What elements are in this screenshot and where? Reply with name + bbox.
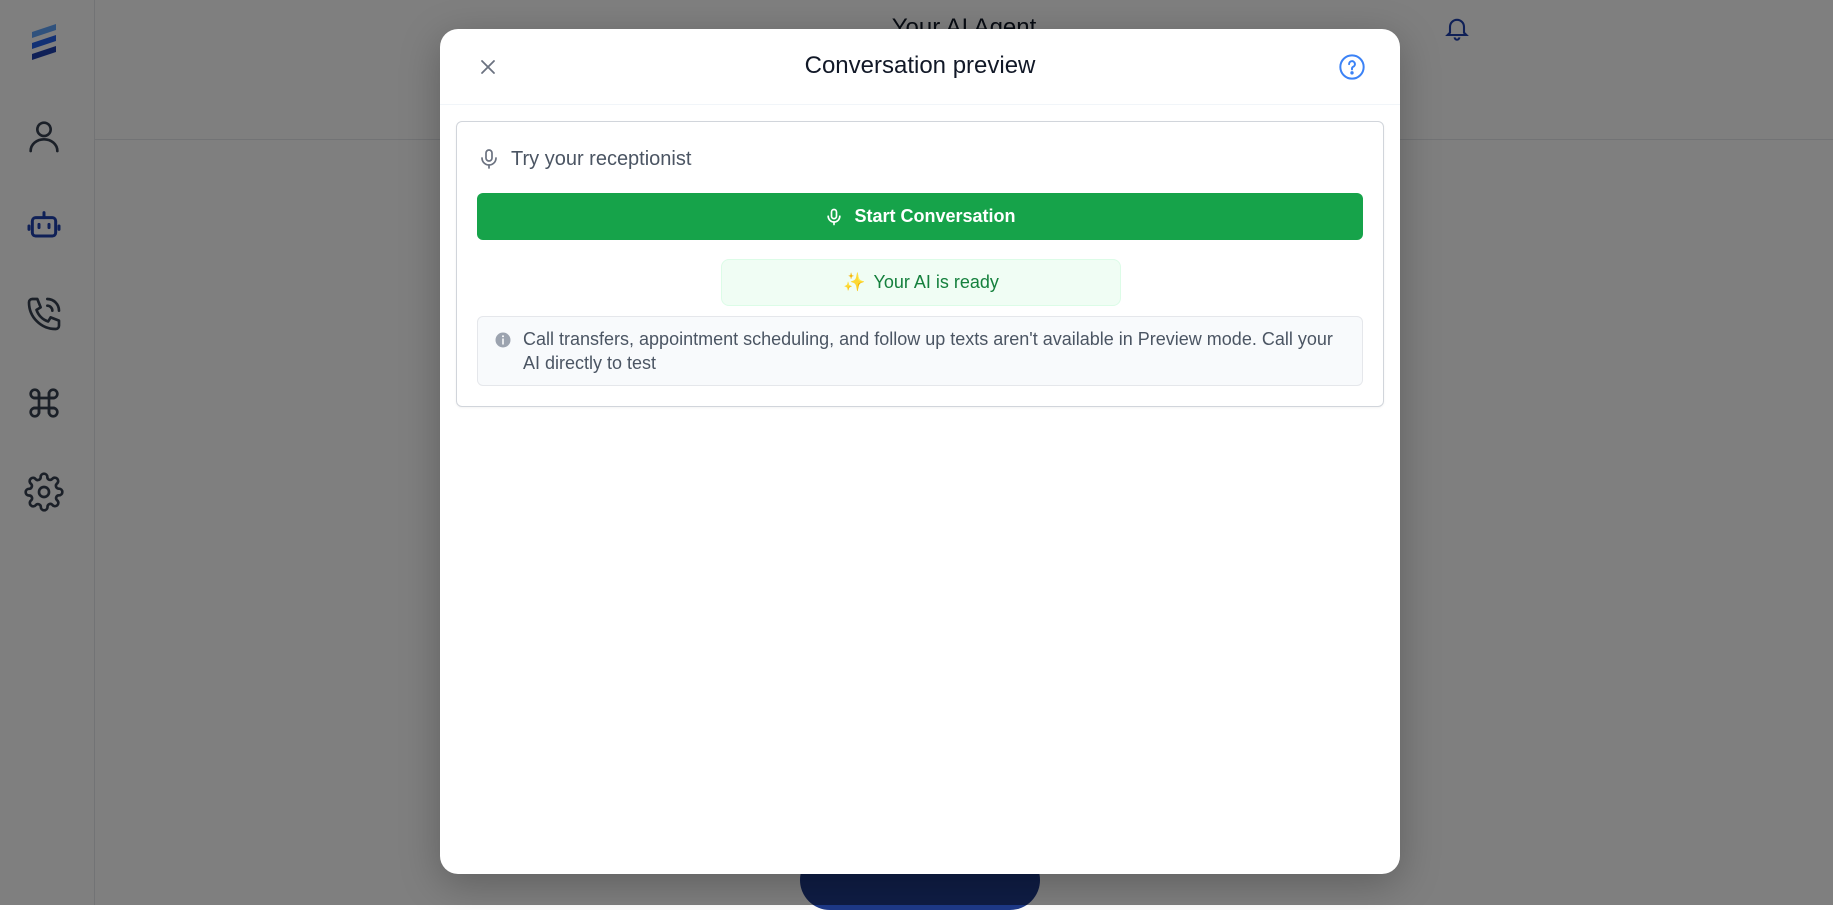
start-conversation-button[interactable]: Start Conversation <box>477 193 1363 240</box>
microphone-icon <box>481 149 497 169</box>
info-icon <box>495 332 511 348</box>
receptionist-card: Try your receptionist Start Conversation… <box>456 121 1384 407</box>
modal-header: Conversation preview <box>440 29 1400 105</box>
card-heading: Try your receptionist <box>477 144 691 174</box>
modal-title: Conversation preview <box>804 52 1036 79</box>
conversation-preview-modal: Conversation preview Try your receptioni… <box>440 29 1400 874</box>
status-badge-text: Your AI is ready <box>873 272 999 292</box>
sparkles-icon: ✨ <box>843 272 866 292</box>
status-badge: ✨ Your AI is ready <box>721 259 1121 306</box>
preview-notice: Call transfers, appointment scheduling, … <box>477 316 1363 386</box>
help-circle-icon <box>1339 54 1365 80</box>
help-button[interactable] <box>1338 53 1366 81</box>
microphone-icon <box>827 208 842 225</box>
preview-notice-text: Call transfers, appointment scheduling, … <box>523 329 1333 373</box>
card-heading-text: Try your receptionist <box>511 147 692 170</box>
start-conversation-label: Start Conversation <box>854 206 1016 226</box>
